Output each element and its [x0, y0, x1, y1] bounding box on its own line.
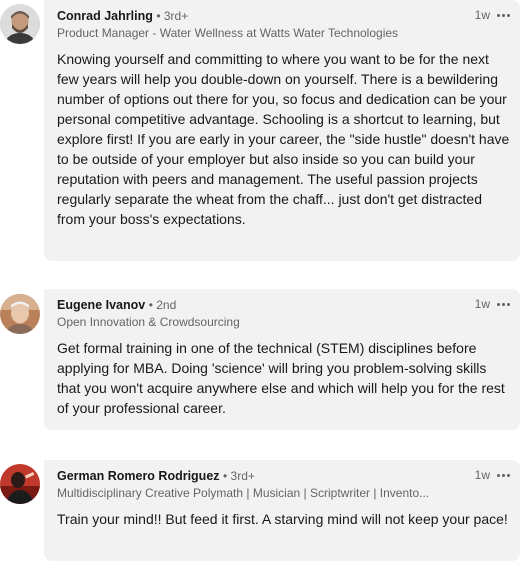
comment-text: Knowing yourself and committing to where…	[57, 51, 510, 227]
author-line: Eugene Ivanov • 2nd	[57, 298, 176, 312]
comment-bubble: German Romero Rodriguez • 3rd+ Multidisc…	[44, 460, 520, 561]
comment-text: Train your mind!! But feed it first. A s…	[57, 511, 508, 527]
comment-bubble: Conrad Jahrling • 3rd+ Product Manager -…	[44, 0, 520, 261]
more-options-icon[interactable]	[495, 472, 512, 479]
comment-timestamp: 1w	[474, 8, 490, 22]
avatar[interactable]	[0, 4, 40, 44]
comment-meta: 1w	[475, 297, 512, 311]
author-headline: Open Innovation & Crowdsourcing	[57, 315, 240, 329]
comment-timestamp: 1w	[474, 297, 490, 311]
author-line: German Romero Rodriguez • 3rd+	[57, 469, 255, 483]
comment-meta: 1w	[475, 468, 512, 482]
author-name[interactable]: Conrad Jahrling	[57, 9, 153, 23]
comment-text: Get formal training in one of the techni…	[57, 340, 505, 416]
more-options-icon[interactable]	[495, 301, 512, 308]
author-headline: Product Manager - Water Wellness at Watt…	[57, 26, 399, 40]
avatar[interactable]	[0, 464, 40, 504]
author-name[interactable]: German Romero Rodriguez	[57, 469, 220, 483]
connection-degree: • 3rd+	[223, 469, 255, 483]
comment-bubble: Eugene Ivanov • 2nd Open Innovation & Cr…	[44, 289, 520, 430]
comment-meta: 1w	[475, 8, 512, 22]
connection-degree: • 2nd	[148, 298, 177, 312]
author-line: Conrad Jahrling • 3rd+	[57, 9, 188, 23]
connection-degree: • 3rd+	[156, 9, 189, 23]
author-name[interactable]: Eugene Ivanov	[57, 298, 145, 312]
comment-timestamp: 1w	[474, 468, 490, 482]
author-headline: Multidisciplinary Creative Polymath | Mu…	[57, 486, 430, 500]
more-options-icon[interactable]	[495, 12, 512, 19]
avatar[interactable]	[0, 294, 40, 334]
